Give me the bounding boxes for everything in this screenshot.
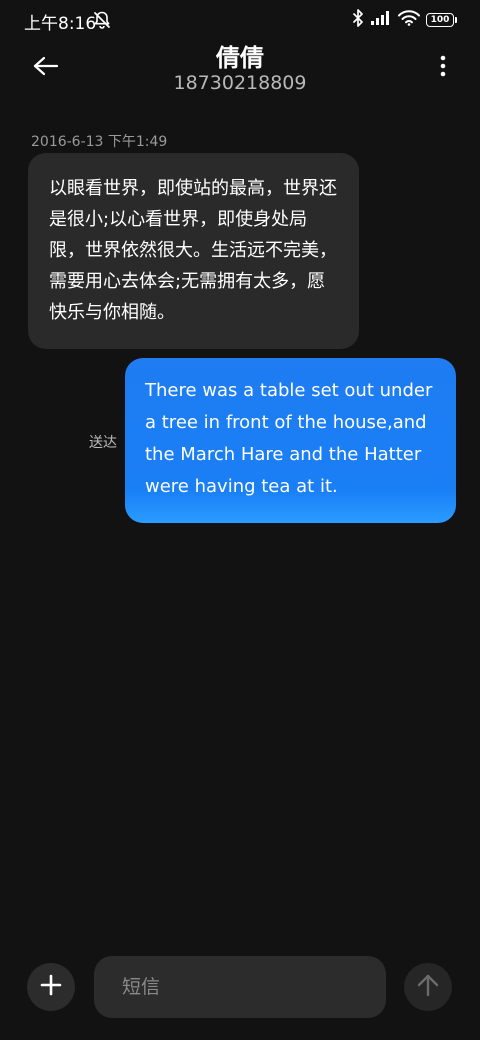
incoming-message-bubble[interactable]: 以眼看世界，即使站的最高，世界还是很小;以心看世界，即使身处局限，世界依然很大。… bbox=[28, 153, 359, 349]
signal-icon bbox=[370, 10, 392, 30]
more-options-button[interactable] bbox=[436, 54, 450, 82]
battery-icon: 100 bbox=[426, 13, 457, 27]
more-vertical-icon bbox=[440, 55, 446, 81]
plus-icon bbox=[40, 974, 62, 1000]
outgoing-message-bubble[interactable]: There was a table set out under a tree i… bbox=[125, 358, 456, 523]
arrow-up-icon bbox=[417, 973, 439, 1001]
status-bar: 上午8:16 100 bbox=[0, 0, 480, 40]
delivery-status: 送达 bbox=[89, 435, 117, 451]
battery-level: 100 bbox=[430, 14, 450, 25]
contact-name: 倩倩 bbox=[216, 44, 264, 72]
bluetooth-icon bbox=[352, 9, 364, 31]
mute-bell-icon bbox=[92, 10, 112, 34]
add-attachment-button[interactable] bbox=[27, 963, 75, 1011]
message-timestamp: 2016-6-13 下午1:49 bbox=[31, 134, 168, 150]
wifi-icon bbox=[398, 10, 420, 30]
contact-number: 18730218809 bbox=[173, 72, 307, 94]
status-indicators: 100 bbox=[352, 9, 457, 31]
status-time: 上午8:16 bbox=[24, 14, 97, 34]
message-input[interactable] bbox=[94, 956, 386, 1018]
send-button[interactable] bbox=[404, 963, 452, 1011]
